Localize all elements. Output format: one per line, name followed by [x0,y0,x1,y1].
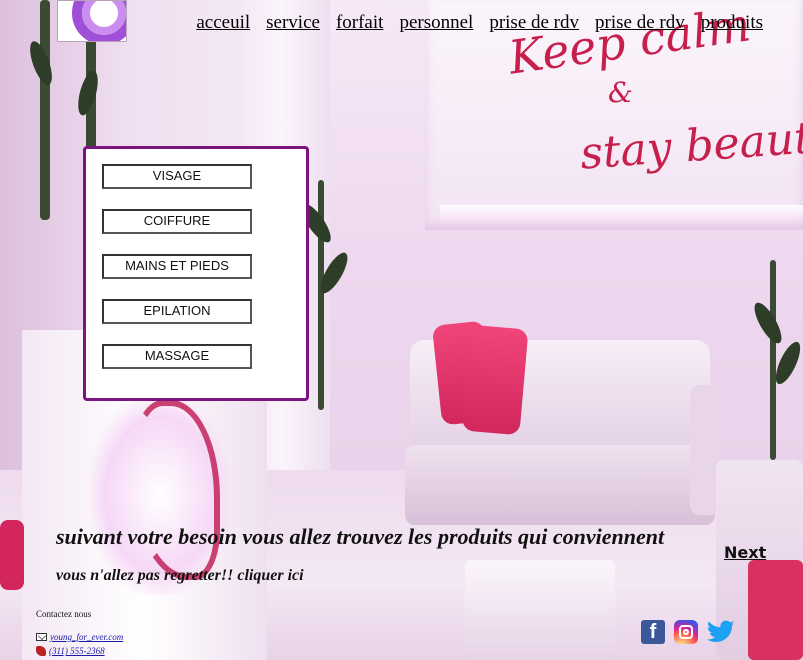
nav-link-prise-de-rdv-2[interactable]: prise de rdv [595,12,685,34]
nav-link-service[interactable]: service [266,12,320,34]
phone-icon [36,646,46,656]
email-link[interactable]: young_for_ever.com [36,632,123,642]
twitter-bird [707,620,735,643]
phone-link[interactable]: (311) 555-2368 [36,646,105,656]
site-logo[interactable] [57,0,127,42]
instagram-icon[interactable] [674,620,698,644]
cta-text[interactable]: vous n'allez pas regretter!! cliquer ici [56,567,304,585]
mail-icon [36,633,47,641]
cushion [461,324,529,436]
service-button-visage[interactable]: VISAGE [102,164,252,189]
nav-link-produits[interactable]: produits [701,12,763,34]
next-link[interactable]: Next [724,543,766,562]
twitter-icon[interactable] [707,620,735,644]
plant-leaf [749,299,787,347]
contact-title: Contactez nous [36,609,92,619]
plant-stem [770,260,776,460]
nav-link-acceuil[interactable]: acceuil [196,12,250,34]
nav-link-personnel[interactable]: personnel [399,12,473,34]
plant-stem [40,0,50,220]
wall-slogan: & [608,76,633,109]
vase [0,520,24,590]
instagram-glyph [679,625,693,639]
sofa-seat [405,445,715,525]
service-button-massage[interactable]: MASSAGE [102,344,252,369]
main-nav: acceuil service forfait personnel prise … [196,12,763,34]
background-light [440,205,803,223]
service-button-epilation[interactable]: EPILATION [102,299,252,324]
service-button-mains-et-pieds[interactable]: MAINS ET PIEDS [102,254,252,279]
service-button-coiffure[interactable]: COIFFURE [102,209,252,234]
nav-link-prise-de-rdv[interactable]: prise de rdv [489,12,579,34]
phone-text: (311) 555-2368 [49,646,105,656]
email-text: young_for_ever.com [50,632,124,642]
service-menu: VISAGE COIFFURE MAINS ET PIEDS EPILATION… [83,146,309,401]
page: Keep calm & stay beautiful acceuil servi… [0,0,803,660]
facebook-icon[interactable]: f [641,620,665,644]
coffee-table [465,560,615,660]
headline: suivant votre besoin vous allez trouvez … [56,524,665,549]
chair-accent [748,560,803,660]
nav-link-forfait[interactable]: forfait [336,12,383,34]
